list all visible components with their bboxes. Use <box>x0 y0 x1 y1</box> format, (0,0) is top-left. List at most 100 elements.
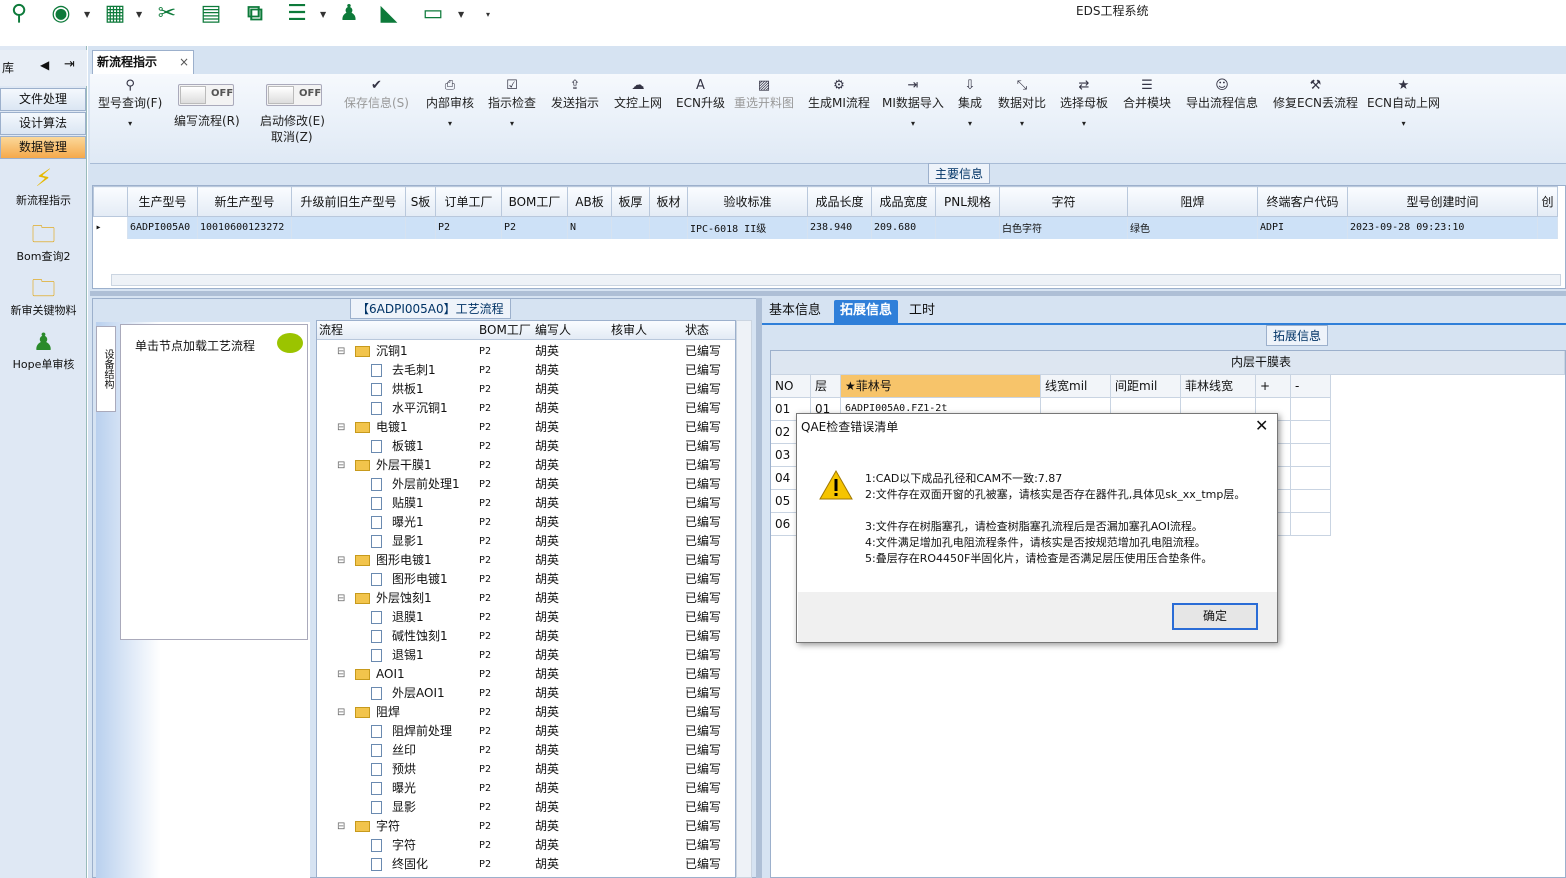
column-header[interactable]: 验收标准 <box>687 186 808 217</box>
column-header[interactable]: 阻焊 <box>1127 186 1258 217</box>
export-flow-button[interactable]: ☺ 导出流程信息 <box>1186 78 1258 111</box>
nav-hope-review[interactable]: ♟ Hope单审核 <box>0 328 87 372</box>
column-header[interactable]: 字符 <box>999 186 1128 217</box>
ecn-auto-button[interactable]: ★ ECN自动上网 ▾ <box>1367 78 1440 128</box>
column-header[interactable]: BOM工厂 <box>479 321 531 340</box>
tree-node[interactable]: ⊟ 电镀1 P2 胡英 已编写 <box>317 418 735 437</box>
collapse-icon[interactable]: ⊟ <box>337 551 345 570</box>
reselect-button[interactable]: ▨ 重选开料图 <box>734 78 794 111</box>
collapse-icon[interactable]: ⊟ <box>337 342 345 361</box>
column-header[interactable]: 板材 <box>649 186 688 217</box>
column-header[interactable]: 新生产型号 <box>197 186 292 217</box>
user-icon[interactable]: ♟ <box>334 0 364 28</box>
nav-new-flow[interactable]: ⚡ 新流程指示 <box>0 164 87 208</box>
column-header[interactable]: 终端客户代码 <box>1257 186 1348 217</box>
film-icon[interactable]: ▤ <box>196 0 226 28</box>
tree-node[interactable]: 板镀1 P2 胡英 已编写 <box>317 437 735 456</box>
save-button[interactable]: ✔ 保存信息(S) <box>344 78 409 111</box>
tree-node[interactable]: ⊟ 外层蚀刻1 P2 胡英 已编写 <box>317 589 735 608</box>
cancel-label[interactable]: 取消(Z) <box>271 128 313 145</box>
tree-node[interactable]: 曝光 P2 胡英 已编写 <box>317 779 735 798</box>
tree-node[interactable]: 显影1 P2 胡英 已编写 <box>317 532 735 551</box>
tree-node[interactable]: 阻焊前处理 P2 胡英 已编写 <box>317 722 735 741</box>
tree-node[interactable]: 退膜1 P2 胡英 已编写 <box>317 608 735 627</box>
column-header[interactable]: 升级前旧生产型号 <box>291 186 406 217</box>
table-icon[interactable]: ▦ <box>100 0 130 28</box>
tree-node[interactable]: 贴膜1 P2 胡英 已编写 <box>317 494 735 513</box>
ok-button[interactable]: 确定 <box>1172 603 1258 630</box>
column-header[interactable]: 板厚 <box>611 186 650 217</box>
table-cell[interactable] <box>1291 421 1331 444</box>
column-header[interactable]: 菲林线宽 <box>1181 375 1256 398</box>
column-header[interactable]: ★菲林号 <box>841 375 1041 398</box>
tree-node[interactable]: 烘板1 P2 胡英 已编写 <box>317 380 735 399</box>
table-cell[interactable] <box>1291 490 1331 513</box>
collapse-icon[interactable]: ⊟ <box>337 703 345 722</box>
horizontal-splitter[interactable] <box>90 291 1566 296</box>
tree-node[interactable]: 曝光1 P2 胡英 已编写 <box>317 513 735 532</box>
table-cell[interactable] <box>1291 444 1331 467</box>
tab-design-algorithm[interactable]: 设计算法 <box>0 112 86 135</box>
column-header[interactable]: BOM工厂 <box>501 186 568 217</box>
tab-file-processing[interactable]: 文件处理 <box>0 88 86 111</box>
ecn-upgrade-button[interactable]: A ECN升级 <box>676 78 725 111</box>
chevron-down-icon[interactable]: ▼ <box>458 10 464 19</box>
column-header[interactable]: S板 <box>405 186 436 217</box>
tree-node[interactable]: ⊟ 图形电镀1 P2 胡英 已编写 <box>317 551 735 570</box>
search-icon[interactable]: ⚲ <box>4 0 34 28</box>
tree-node[interactable]: 显影 P2 胡英 已编写 <box>317 798 735 817</box>
nav-bom-query[interactable]: 🗀 Bom查询2 <box>0 220 87 264</box>
column-header[interactable]: NO <box>771 375 811 398</box>
tree-node[interactable]: ⊟ 沉铜1 P2 胡英 已编写 <box>317 342 735 361</box>
choose-board-button[interactable]: ⇄ 选择母板 ▾ <box>1060 78 1108 128</box>
column-header[interactable]: 核审人 <box>611 321 647 340</box>
tree-node[interactable]: 终固化 P2 胡英 已编写 <box>317 855 735 874</box>
column-header[interactable]: 型号创建时间 <box>1347 186 1538 217</box>
vertical-tab[interactable]: 设备结构 <box>96 326 116 412</box>
chevron-down-icon[interactable]: ▼ <box>84 10 90 19</box>
merge-module-button[interactable]: ☰ 合并模块 <box>1123 78 1171 111</box>
model-query-button[interactable]: ⚲ 型号查询(F) ▾ <box>98 78 162 128</box>
globe-icon[interactable]: ◉ <box>46 0 76 28</box>
tree-node[interactable]: ⊟ 字符 P2 胡英 已编写 <box>317 817 735 836</box>
collapse-icon[interactable]: ⊟ <box>337 456 345 475</box>
tree-node[interactable]: 碱性蚀刻1 P2 胡英 已编写 <box>317 627 735 646</box>
send-button[interactable]: ⇪ 发送指示 <box>551 78 599 111</box>
column-header[interactable]: 线宽mil <box>1041 375 1111 398</box>
collapse-icon[interactable]: ⊟ <box>337 589 345 608</box>
integrate-button[interactable]: ⇩ 集成 ▾ <box>958 78 982 128</box>
upload-button[interactable]: ☁ 文控上网 <box>614 78 662 111</box>
tab-basic-info[interactable]: 基本信息 <box>763 300 827 324</box>
tree-node[interactable]: ⊟ AOI1 P2 胡英 已编写 <box>317 665 735 684</box>
column-header[interactable]: 流程 <box>319 321 343 340</box>
column-header[interactable]: AB板 <box>567 186 612 217</box>
tree-node[interactable]: 字符 P2 胡英 已编写 <box>317 836 735 855</box>
column-header[interactable]: 创 <box>1537 186 1558 217</box>
collapse-icon[interactable]: ⊟ <box>337 665 345 684</box>
vertical-scrollbar[interactable] <box>736 320 752 878</box>
collapse-icon[interactable]: ⊟ <box>337 418 345 437</box>
tree-node[interactable]: 退锡1 P2 胡英 已编写 <box>317 646 735 665</box>
column-header[interactable]: 订单工厂 <box>435 186 502 217</box>
copy-icon[interactable]: ⧉ <box>240 0 270 28</box>
column-header[interactable]: PNL规格 <box>935 186 1000 217</box>
column-header[interactable]: 状态 <box>685 321 709 340</box>
column-header[interactable]: 成品宽度 <box>871 186 936 217</box>
scissors-icon[interactable]: ✂ <box>152 0 182 28</box>
tree-node[interactable]: ⊟ 外层干膜1 P2 胡英 已编写 <box>317 456 735 475</box>
internal-review-button[interactable]: ⎙ 内部审核 ▾ <box>426 78 474 128</box>
column-header[interactable]: 编写人 <box>535 321 571 340</box>
fix-ecn-button[interactable]: ⚒ 修复ECN丢流程 <box>1273 78 1358 111</box>
table-cell[interactable] <box>1291 398 1331 421</box>
column-header[interactable]: 层 <box>811 375 841 398</box>
start-modify-toggle[interactable]: OFF <box>266 84 322 106</box>
nav-key-material[interactable]: 🗀 新审关键物料 <box>0 274 87 318</box>
chevron-down-icon[interactable]: ▼ <box>136 10 142 19</box>
collapse-icon[interactable]: ⊟ <box>337 817 345 836</box>
login-icon[interactable]: ⇥ <box>64 57 75 72</box>
close-icon[interactable]: × <box>179 51 189 73</box>
column-header[interactable]: - <box>1291 375 1331 398</box>
table-cell[interactable] <box>1291 467 1331 490</box>
edit-flow-toggle[interactable]: OFF <box>178 84 234 106</box>
table-row[interactable]: ▸ 6ADPI005A0 10010600123272 P2 P2 N IPC-6018 I… <box>93 216 1558 239</box>
